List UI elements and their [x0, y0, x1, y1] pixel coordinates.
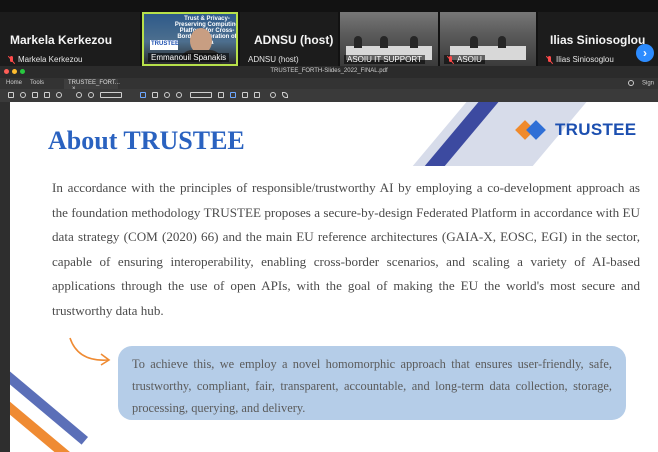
- sign-in-label[interactable]: Sign: [642, 81, 654, 87]
- print-icon[interactable]: [32, 92, 38, 98]
- viewer-tab-bar: Home Tools TRUSTEE_FORT... × Sign: [0, 78, 658, 92]
- participant-name: Markela Kerkezou: [18, 55, 83, 64]
- trustee-logo-text: TRUSTEE: [555, 120, 637, 139]
- nav-tools[interactable]: Tools: [30, 80, 44, 86]
- trustee-logo-icon: [515, 118, 550, 142]
- pen-icon[interactable]: [282, 92, 288, 98]
- page-number-field[interactable]: [100, 92, 122, 98]
- text-tool-icon[interactable]: [254, 92, 260, 98]
- upload-icon[interactable]: [20, 92, 26, 98]
- search-icon[interactable]: [56, 92, 62, 98]
- viewer-toolbar: [0, 89, 658, 102]
- pdf-slide: TRUSTEE About TRUSTEE In accordance with…: [10, 102, 658, 452]
- zoom-out-icon[interactable]: [164, 92, 170, 98]
- create-icon[interactable]: [8, 92, 14, 98]
- participant-tile-ilias[interactable]: Ilias Siniosoglou Ilias Siniosoglou ›: [538, 12, 658, 66]
- room-person: [498, 36, 506, 48]
- document-tab[interactable]: TRUSTEE_FORT... ×: [64, 79, 120, 92]
- fit-page-icon[interactable]: [218, 92, 224, 98]
- room-person: [410, 36, 418, 48]
- scroll-mode-icon[interactable]: [242, 92, 248, 98]
- mic-muted-icon: [8, 55, 15, 64]
- nav-home[interactable]: Home: [6, 80, 22, 86]
- page-up-icon[interactable]: [76, 92, 82, 98]
- participant-name: Emmanouil Spanakis: [148, 53, 230, 62]
- shared-slide-logo-thumb: TRUSTEE: [150, 40, 179, 50]
- zoom-gallery-strip: Markela Kerkezou Markela Kerkezou Trust …: [0, 0, 658, 66]
- room-person: [470, 36, 478, 48]
- participant-tile-adnsu[interactable]: ADNSU (host) ADNSU (host): [240, 12, 338, 66]
- participant-display-name: Ilias Siniosoglou: [550, 33, 646, 47]
- participant-name: Ilias Siniosoglou: [556, 55, 614, 64]
- participant-video-speaker[interactable]: Trust & Privacy-Preserving Computing Pla…: [142, 12, 238, 66]
- trustee-logo: TRUSTEE: [515, 118, 637, 142]
- curved-arrow-icon: [69, 337, 111, 366]
- comment-icon[interactable]: [270, 92, 276, 98]
- viewer-account-area: Sign: [628, 80, 654, 87]
- participant-label: Ilias Siniosoglou: [546, 55, 614, 64]
- chevron-right-icon[interactable]: ›: [636, 44, 654, 62]
- participant-label: ASOIU: [444, 55, 485, 64]
- participant-display-name: ADNSU (host): [254, 33, 334, 47]
- zoom-in-icon[interactable]: [176, 92, 182, 98]
- view-mode-icon[interactable]: [230, 92, 236, 98]
- room-person: [354, 36, 362, 48]
- participant-label: Markela Kerkezou: [8, 55, 82, 64]
- participant-name: ASOIU IT SUPPORT: [344, 55, 425, 64]
- participant-video-asoiu[interactable]: ASOIU: [440, 12, 536, 66]
- participant-name: ADNSU (host): [248, 55, 299, 64]
- viewer-side-panel: [0, 102, 10, 452]
- page-down-icon[interactable]: [88, 92, 94, 98]
- mic-muted-icon: [546, 55, 553, 64]
- slide-paragraph: In accordance with the principles of res…: [52, 180, 640, 318]
- callout-box: To achieve this, we employ a novel homom…: [118, 346, 626, 420]
- help-icon[interactable]: [628, 80, 635, 86]
- screen: Markela Kerkezou Markela Kerkezou Trust …: [0, 0, 658, 452]
- participant-label: ADNSU (host): [248, 55, 299, 64]
- mic-muted-icon: [447, 55, 454, 64]
- zoom-level-field[interactable]: [190, 92, 212, 98]
- participant-tile-markela[interactable]: Markela Kerkezou Markela Kerkezou: [0, 12, 140, 66]
- participant-display-name: Markela Kerkezou: [10, 33, 113, 47]
- slide-title: About TRUSTEE: [48, 126, 245, 155]
- document-file-name: TRUSTEE_FORTH-Slides_2022_FINAL.pdf: [270, 68, 388, 74]
- select-cursor-icon[interactable]: [140, 92, 146, 98]
- hand-tool-icon[interactable]: [152, 92, 158, 98]
- viewer-titlebar: TRUSTEE_FORTH-Slides_2022_FINAL.pdf: [0, 66, 658, 78]
- participant-name: ASOIU: [457, 55, 482, 64]
- participant-video-asoiu-it[interactable]: ASOIU IT SUPPORT: [340, 12, 438, 66]
- email-icon[interactable]: [44, 92, 50, 98]
- room-person: [380, 36, 388, 48]
